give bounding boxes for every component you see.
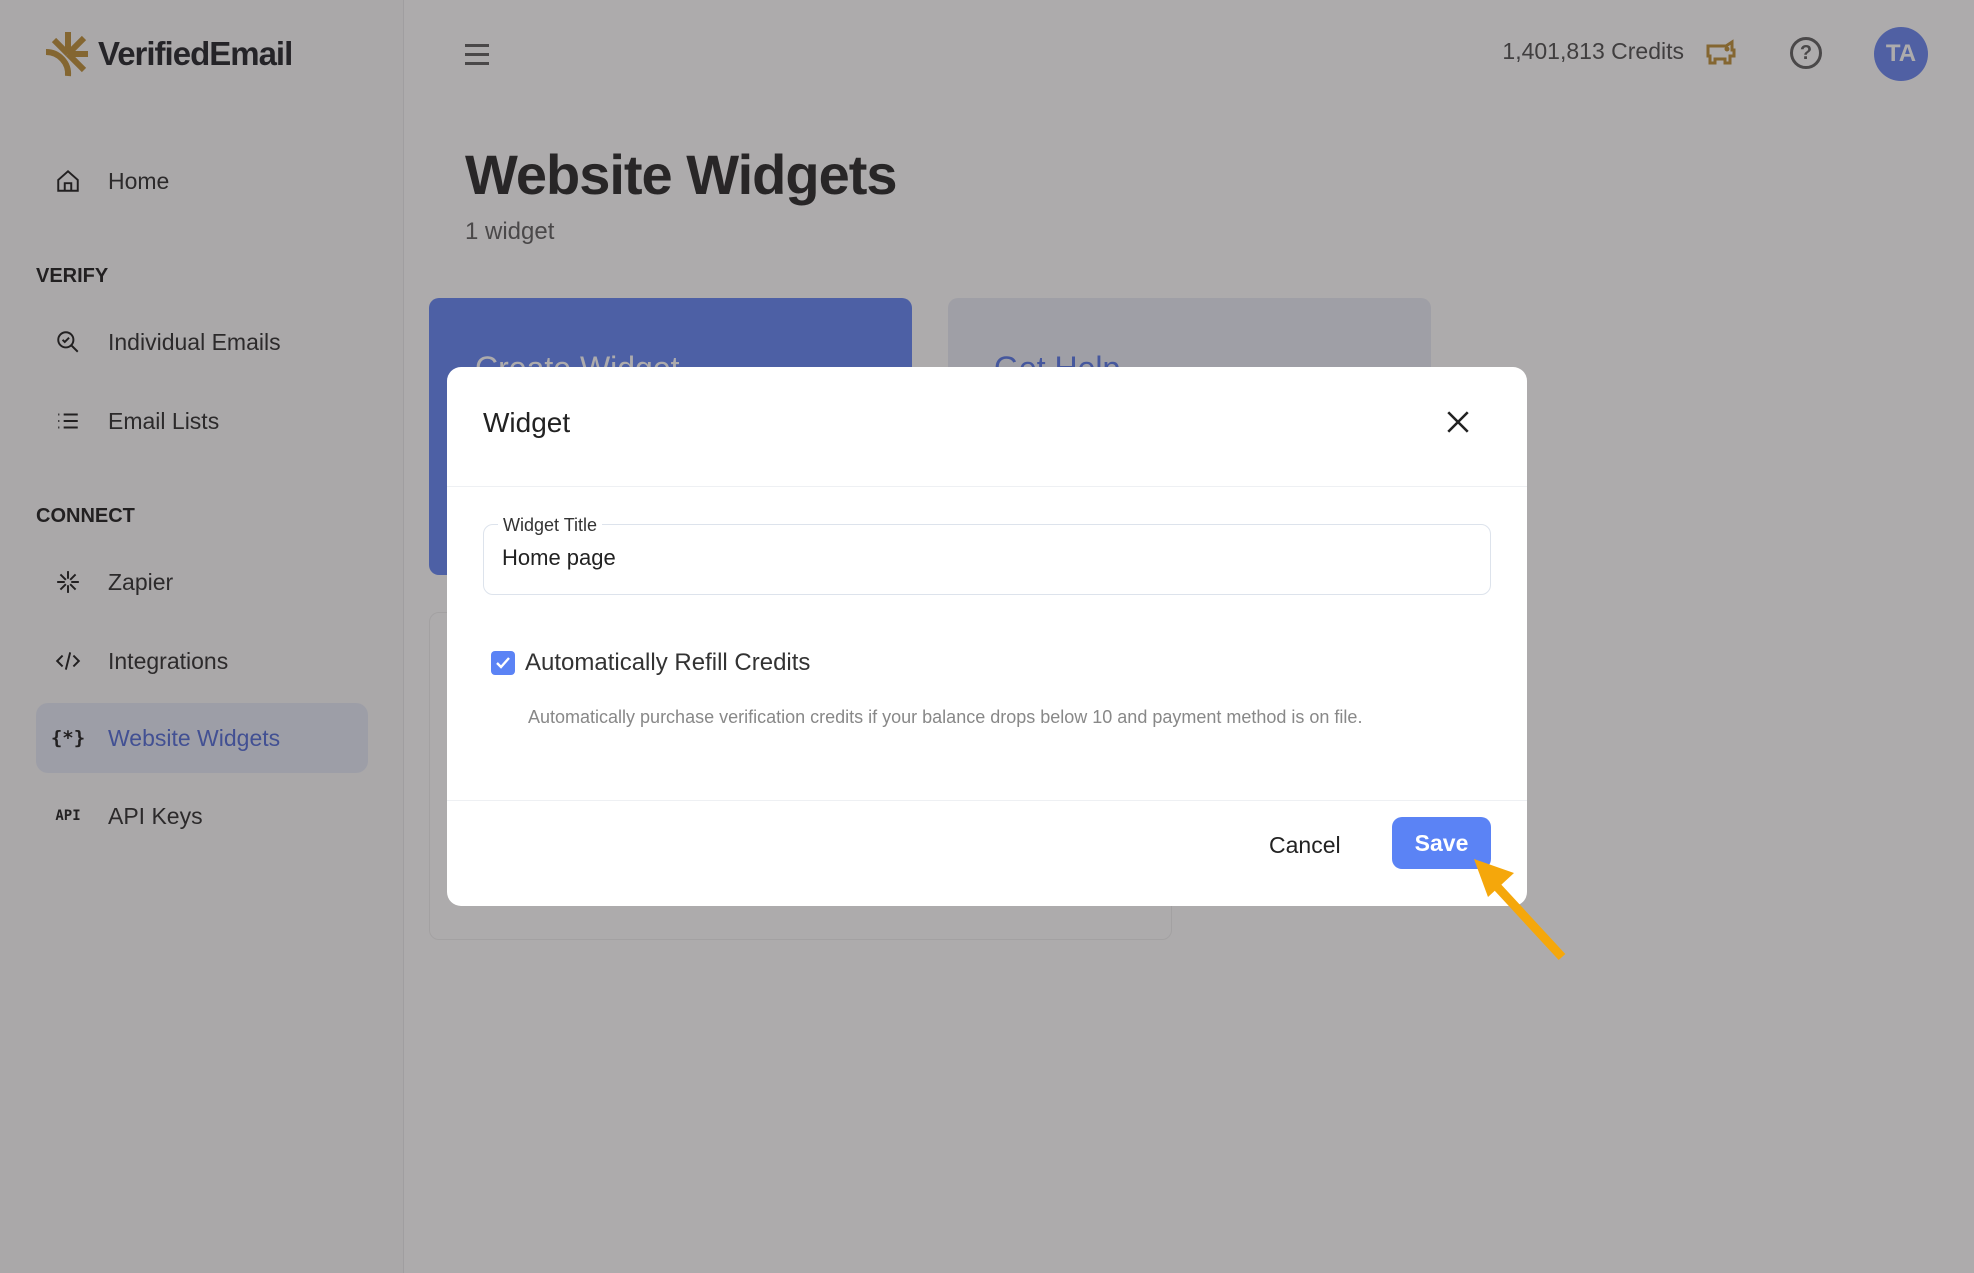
widget-title-label: Widget Title <box>498 515 603 536</box>
pointer-arrow-annotation <box>1474 859 1566 961</box>
check-icon <box>496 657 510 669</box>
widget-title-field: Widget Title <box>483 515 1491 595</box>
widget-modal: Widget Widget Title Automatically Refill… <box>447 367 1527 906</box>
close-icon[interactable] <box>1445 409 1471 435</box>
widget-title-input[interactable] <box>502 545 1462 571</box>
auto-refill-help-text: Automatically purchase verification cred… <box>528 707 1363 727</box>
auto-refill-label: Automatically Refill Credits <box>525 649 811 676</box>
divider <box>447 486 1527 487</box>
auto-refill-row[interactable]: Automatically Refill Credits <box>491 649 810 677</box>
auto-refill-checkbox[interactable] <box>491 651 515 675</box>
divider <box>447 800 1527 801</box>
modal-title: Widget <box>483 407 571 438</box>
cancel-button[interactable]: Cancel <box>1269 832 1341 859</box>
